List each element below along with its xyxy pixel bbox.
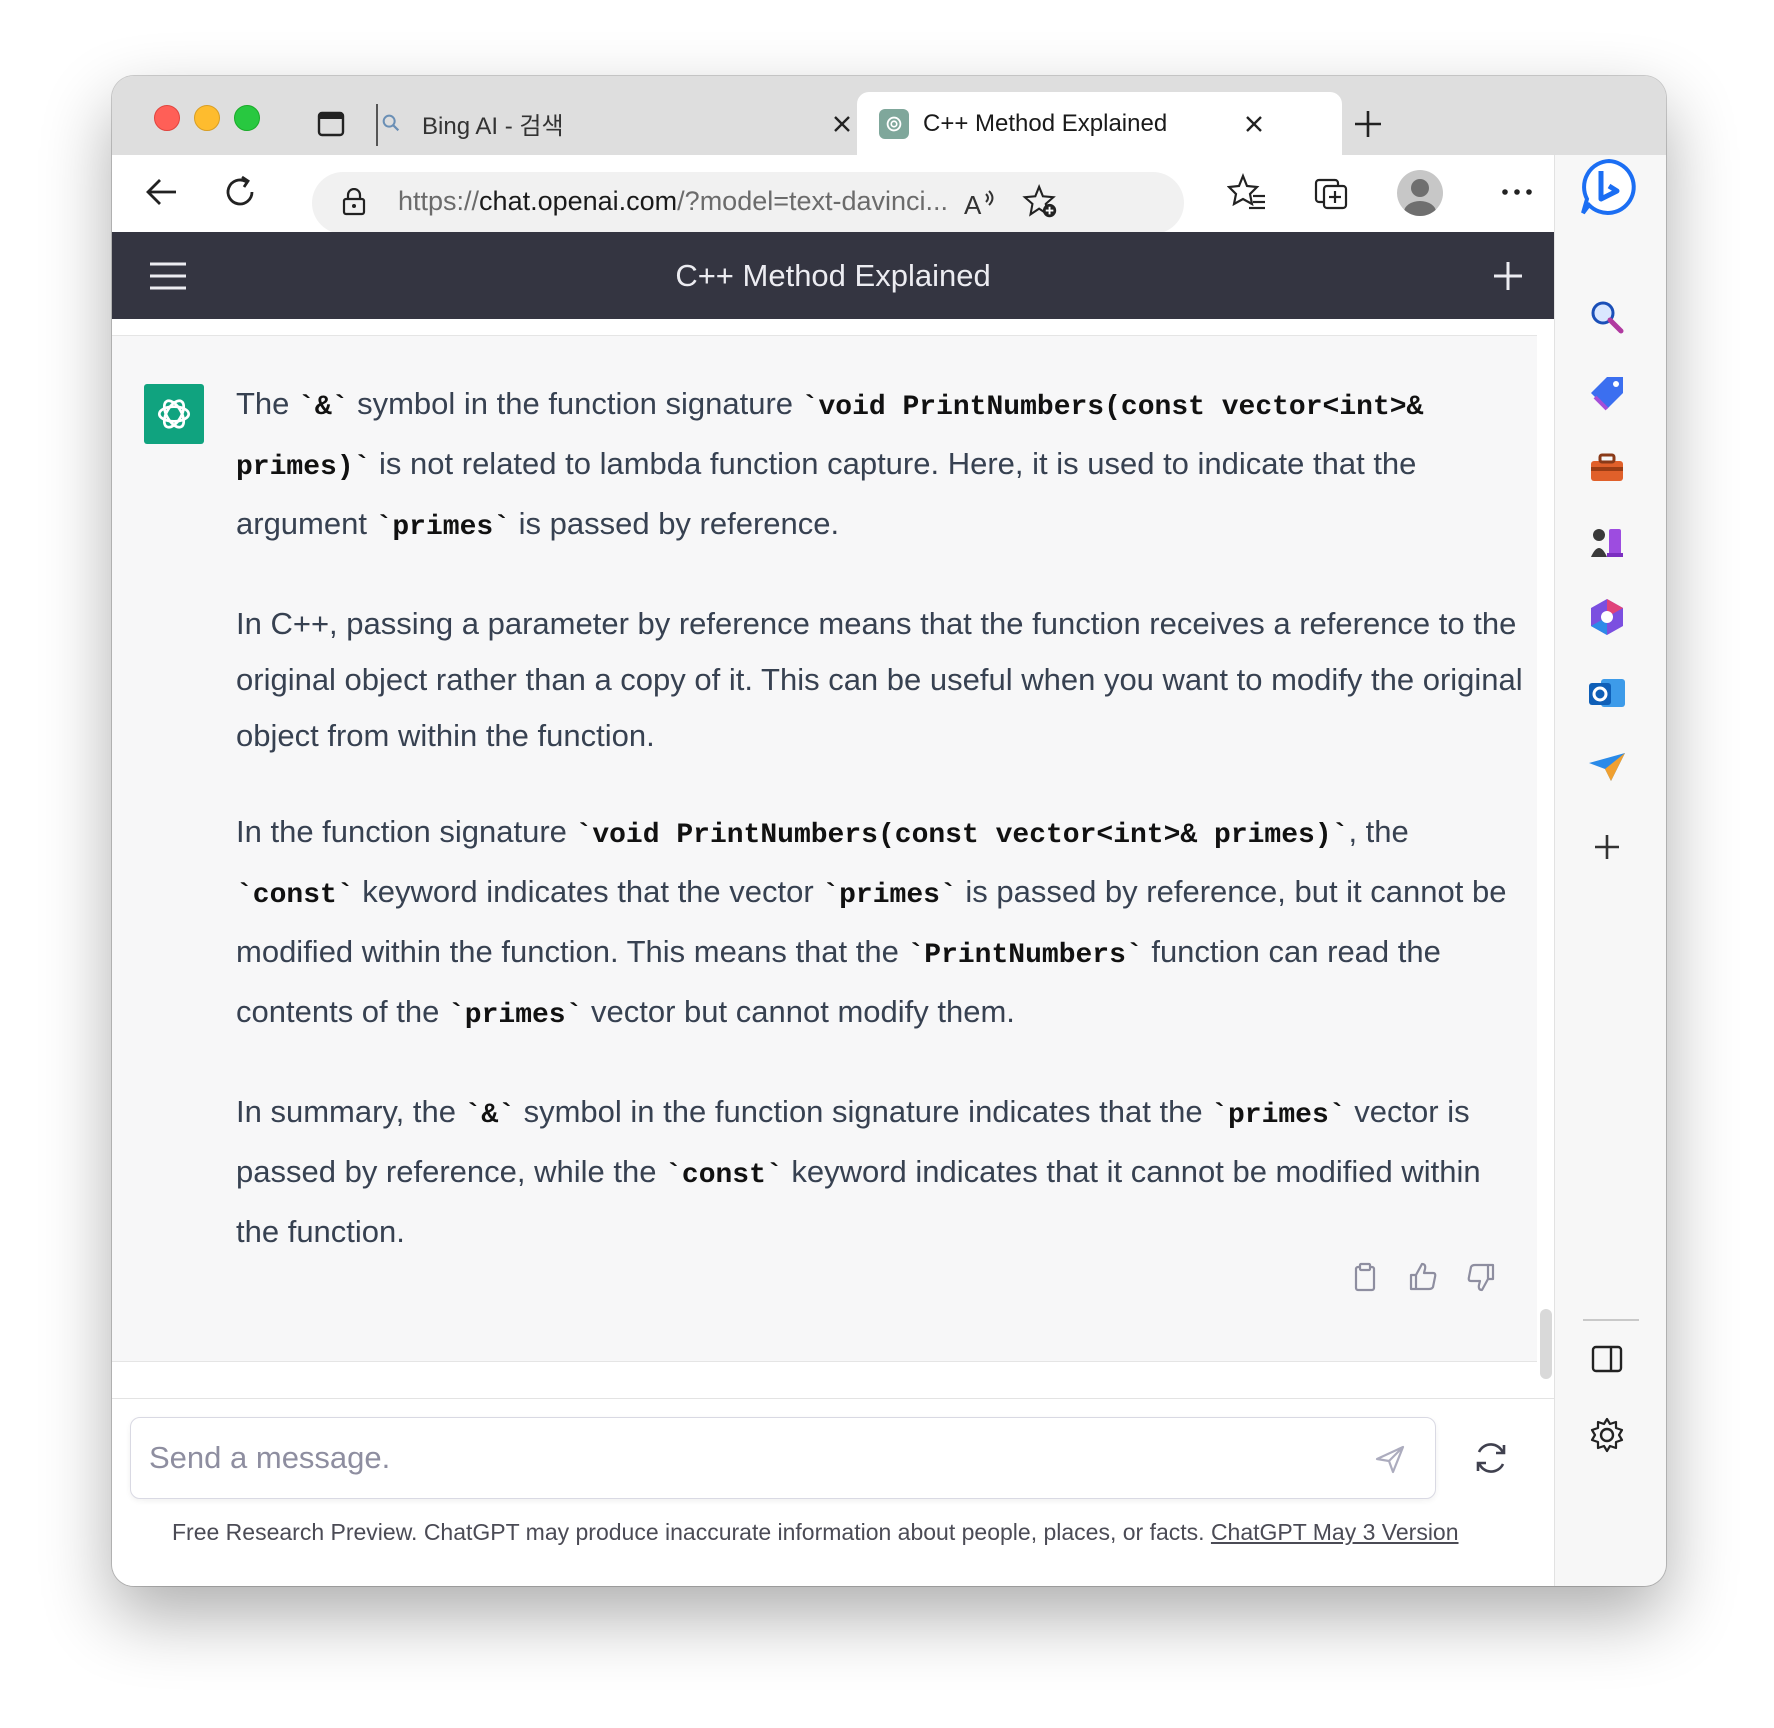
inline-code: `const`	[665, 1160, 783, 1191]
message-paragraph: The `&` symbol in the function signature…	[236, 376, 1526, 556]
thumbs-up-icon[interactable]	[1407, 1261, 1439, 1293]
chat-area: The `&` symbol in the function signature…	[112, 319, 1554, 1398]
message-text-span: vector but cannot modify them.	[582, 994, 1015, 1029]
lock-icon[interactable]	[342, 188, 366, 216]
edge-sidebar	[1554, 155, 1666, 1586]
search-icon[interactable]	[1585, 295, 1629, 339]
message-actions	[1349, 1261, 1497, 1293]
inline-code: `primes`	[447, 1000, 583, 1031]
favorites-icon[interactable]	[1227, 172, 1267, 212]
toolbox-icon[interactable]	[1585, 447, 1629, 491]
message-text-span: is passed by reference.	[510, 506, 840, 541]
disclaimer: Free Research Preview. ChatGPT may produ…	[172, 1519, 1572, 1546]
message-paragraph: In summary, the `&` symbol in the functi…	[236, 1084, 1526, 1260]
inline-code: `&`	[298, 392, 349, 423]
scrollbar[interactable]	[1540, 1309, 1552, 1379]
copy-clipboard-icon[interactable]	[1349, 1261, 1381, 1293]
collections-icon[interactable]	[1312, 172, 1352, 212]
chess-icon[interactable]	[1585, 521, 1629, 565]
message-paragraph: In the function signature `void PrintNum…	[236, 804, 1526, 1044]
url-scheme: https://	[398, 186, 480, 216]
assistant-message-text: The `&` symbol in the function signature…	[236, 376, 1526, 1300]
toolbar-controls: https://chat.openai.com/?model=text-davi…	[112, 76, 1666, 234]
message-text-span: The	[236, 386, 299, 421]
inline-code: `primes`	[375, 512, 510, 543]
thumbs-down-icon[interactable]	[1465, 1261, 1497, 1293]
input-area: Free Research Preview. ChatGPT may produ…	[112, 1398, 1554, 1586]
send-paper-plane-icon[interactable]	[1585, 745, 1629, 789]
inline-code: `primes`	[822, 880, 957, 911]
refresh-icon[interactable]	[220, 172, 260, 212]
bing-chat-icon[interactable]	[1577, 155, 1641, 219]
split-screen-icon[interactable]	[1585, 1337, 1629, 1381]
message-text-span: keyword indicates that the vector	[353, 874, 823, 909]
inline-code: `PrintNumbers`	[907, 940, 1143, 971]
inline-code: `const`	[236, 880, 354, 911]
browser-window: Bing AI - 검색 C++ Method Explained https:…	[112, 76, 1666, 1586]
chat-title: C++ Method Explained	[675, 258, 991, 293]
add-icon[interactable]	[1585, 825, 1629, 869]
inline-code: `primes`	[1211, 1100, 1346, 1131]
version-link[interactable]: ChatGPT May 3 Version	[1211, 1519, 1459, 1545]
assistant-message: The `&` symbol in the function signature…	[112, 335, 1537, 1362]
settings-icon[interactable]	[1585, 1413, 1629, 1457]
send-icon[interactable]	[1373, 1442, 1407, 1476]
address-bar[interactable]: https://chat.openai.com/?model=text-davi…	[312, 172, 1184, 234]
back-arrow-icon[interactable]	[142, 172, 182, 212]
message-text-span: In summary, the	[236, 1094, 465, 1129]
url-host: chat.openai.com	[479, 186, 678, 216]
message-input[interactable]	[147, 1432, 1351, 1484]
message-input-box[interactable]	[130, 1417, 1436, 1499]
tag-icon[interactable]	[1585, 371, 1629, 415]
url-text[interactable]: https://chat.openai.com/?model=text-davi…	[398, 186, 958, 217]
message-text-span: In the function signature	[236, 814, 576, 849]
disclaimer-text: Free Research Preview. ChatGPT may produ…	[172, 1519, 1211, 1545]
message-paragraph: In C++, passing a parameter by reference…	[236, 596, 1526, 764]
message-text-span: In C++, passing a parameter by reference…	[236, 606, 1523, 753]
url-path: /?model=text-davinci...	[677, 186, 949, 216]
message-text-span: symbol in the function signature	[348, 386, 802, 421]
more-options-icon[interactable]	[1497, 172, 1537, 212]
chat-header: C++ Method Explained	[112, 232, 1554, 319]
inline-code: `&`	[464, 1100, 515, 1131]
read-aloud-icon[interactable]: A	[962, 188, 998, 218]
message-text-span: symbol in the function signature indicat…	[514, 1094, 1212, 1129]
new-chat-icon[interactable]	[1492, 260, 1524, 292]
office-icon[interactable]	[1585, 595, 1629, 639]
outlook-icon[interactable]	[1585, 671, 1629, 715]
regenerate-icon[interactable]	[1472, 1439, 1510, 1477]
sidebar-divider	[1583, 1319, 1639, 1321]
inline-code: `void PrintNumbers(const vector<int>& pr…	[575, 820, 1349, 851]
chatgpt-logo-icon	[144, 384, 204, 444]
message-text-span: , the	[1348, 814, 1409, 849]
add-favorite-icon[interactable]	[1022, 183, 1060, 221]
profile-avatar[interactable]	[1397, 170, 1443, 216]
svg-text:A: A	[964, 190, 982, 218]
